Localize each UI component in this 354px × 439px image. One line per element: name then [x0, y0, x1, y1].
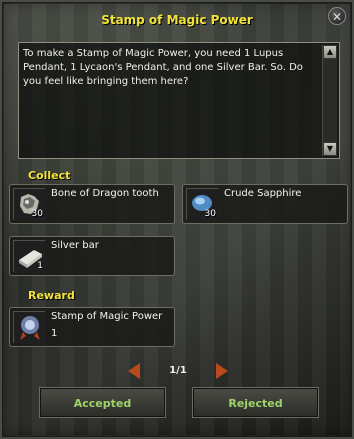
dragon-tooth-icon: 30 — [13, 188, 46, 221]
item-count: 30 — [31, 209, 43, 219]
magic-stamp-icon — [13, 311, 46, 344]
quest-window: Stamp of Magic Power ✕ To make a Stamp o… — [0, 0, 354, 439]
item-name: Silver bar — [51, 240, 99, 251]
accept-button[interactable]: Accepted — [39, 387, 166, 418]
scroll-down-icon[interactable]: ▼ — [323, 142, 337, 156]
reward-item-stamp[interactable]: Stamp of Magic Power 1 — [9, 307, 175, 347]
item-name: Stamp of Magic Power — [51, 311, 163, 322]
collect-item-crude-sapphire[interactable]: 30 Crude Sapphire — [182, 184, 348, 224]
window-title: Stamp of Magic Power — [101, 13, 253, 27]
close-icon[interactable]: ✕ — [328, 7, 346, 25]
reject-button[interactable]: Rejected — [192, 387, 319, 418]
dialog-text: To make a Stamp of Magic Power, you need… — [23, 48, 303, 87]
sapphire-icon: 30 — [186, 188, 219, 221]
collect-item-silver-bar[interactable]: 1 Silver bar — [9, 236, 175, 276]
item-name: Bone of Dragon tooth — [51, 188, 159, 199]
item-count: 30 — [204, 209, 216, 219]
silver-bar-icon: 1 — [13, 240, 46, 273]
scroll-up-icon[interactable]: ▲ — [323, 45, 337, 59]
item-count: 1 — [37, 261, 43, 271]
reward-label: Reward — [28, 289, 75, 302]
dialog-box: To make a Stamp of Magic Power, you need… — [18, 42, 340, 159]
dialog-scrollbar[interactable]: ▲ ▼ — [322, 45, 337, 156]
pager: 1/1 — [128, 362, 228, 380]
item-count: 1 — [51, 328, 58, 339]
collect-item-dragon-tooth[interactable]: 30 Bone of Dragon tooth — [9, 184, 175, 224]
collect-label: Collect — [28, 169, 71, 182]
item-name: Crude Sapphire — [224, 188, 302, 199]
pager-text: 1/1 — [169, 365, 187, 376]
pager-next-icon[interactable] — [216, 363, 228, 379]
